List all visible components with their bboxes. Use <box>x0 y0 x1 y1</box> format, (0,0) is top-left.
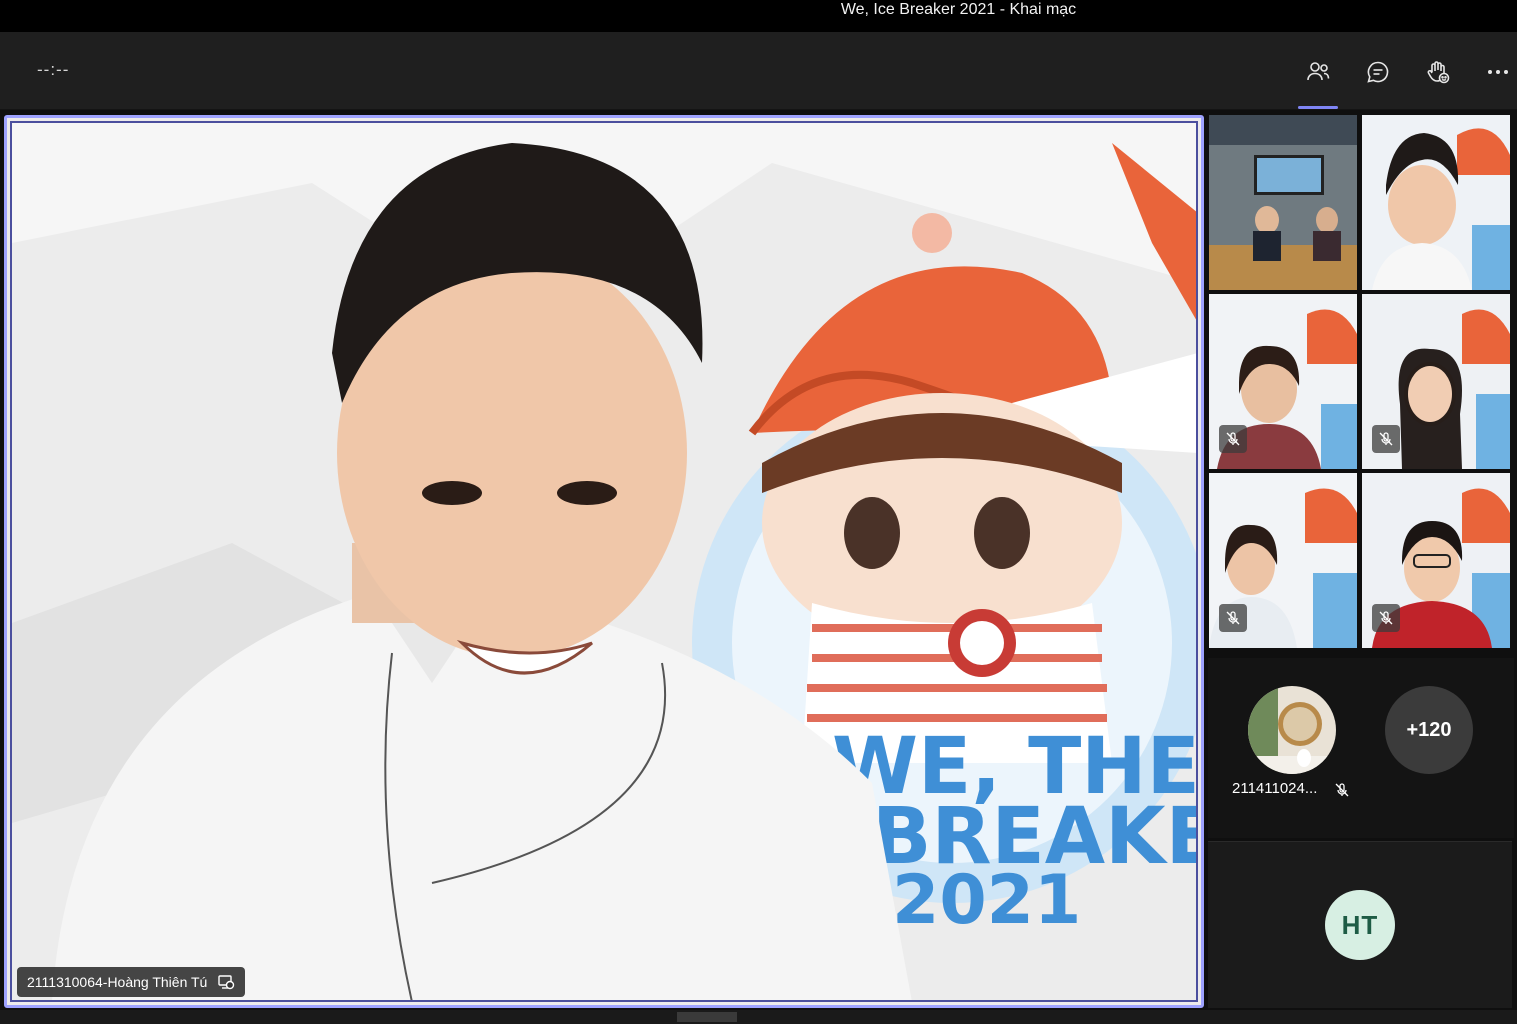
gallery-overflow: 211411024... +120 <box>1208 658 1514 838</box>
main-speaker-video[interactable]: WE, THE BREAKER 2021 2111310064-Hoàng Th… <box>4 115 1204 1008</box>
reactions-button[interactable] <box>1418 52 1458 92</box>
mic-off-icon <box>1226 432 1240 446</box>
meeting-toolbar: --:-- <box>0 32 1517 110</box>
participant-tile[interactable] <box>1362 115 1510 290</box>
meeting-title: We, Ice Breaker 2021 - Khai mạc <box>840 1 1077 18</box>
mic-off-icon <box>1226 611 1240 625</box>
self-view-tile[interactable]: HT <box>1208 841 1512 1008</box>
meeting-timer: --:-- <box>37 60 70 79</box>
resize-handle[interactable] <box>677 1012 737 1022</box>
more-options-icon <box>1488 70 1508 74</box>
participant-avatar[interactable] <box>1248 686 1336 774</box>
mic-off-icon <box>1379 432 1393 446</box>
self-avatar-initials: HT <box>1325 890 1395 960</box>
more-participants-button[interactable]: +120 <box>1385 686 1473 774</box>
raise-hand-icon <box>1427 61 1450 84</box>
speaker-name-chip: 2111310064-Hoàng Thiên Tú <box>17 967 246 997</box>
window-titlebar: We, Ice Breaker 2021 - Khai mạc <box>0 0 1517 32</box>
muted-indicator <box>1372 425 1400 453</box>
muted-indicator <box>1372 604 1400 632</box>
muted-indicator <box>1219 425 1247 453</box>
muted-indicator <box>1219 604 1247 632</box>
speaker-name: 2111310064-Hoàng Thiên Tú <box>27 974 208 990</box>
mic-off-icon <box>1379 611 1393 625</box>
banner-line-3: 2021 <box>892 861 1081 940</box>
video-frame: WE, THE BREAKER 2021 <box>10 121 1198 1002</box>
more-actions-button[interactable] <box>1478 52 1517 92</box>
bottom-strip <box>0 1010 1517 1024</box>
participant-tile[interactable] <box>1362 294 1510 469</box>
chat-icon <box>1367 61 1389 83</box>
participant-video <box>1209 115 1357 290</box>
participant-tile[interactable] <box>1362 473 1510 648</box>
participant-name: 211411024... <box>1232 780 1318 797</box>
participant-tile[interactable] <box>1209 294 1357 469</box>
show-participants-button[interactable] <box>1298 52 1338 109</box>
avatar-photo <box>1248 686 1336 774</box>
people-icon <box>1307 62 1330 81</box>
show-chat-button[interactable] <box>1358 52 1398 92</box>
participant-video <box>1362 115 1510 290</box>
speaker-video-image: WE, THE BREAKER 2021 <box>12 123 1196 1000</box>
meeting-stage: WE, THE BREAKER 2021 2111310064-Hoàng Th… <box>0 110 1517 1024</box>
screen-share-icon <box>218 975 235 990</box>
participant-tile[interactable] <box>1209 473 1357 648</box>
participant-tile[interactable] <box>1209 115 1357 290</box>
mic-off-icon <box>1335 783 1349 797</box>
